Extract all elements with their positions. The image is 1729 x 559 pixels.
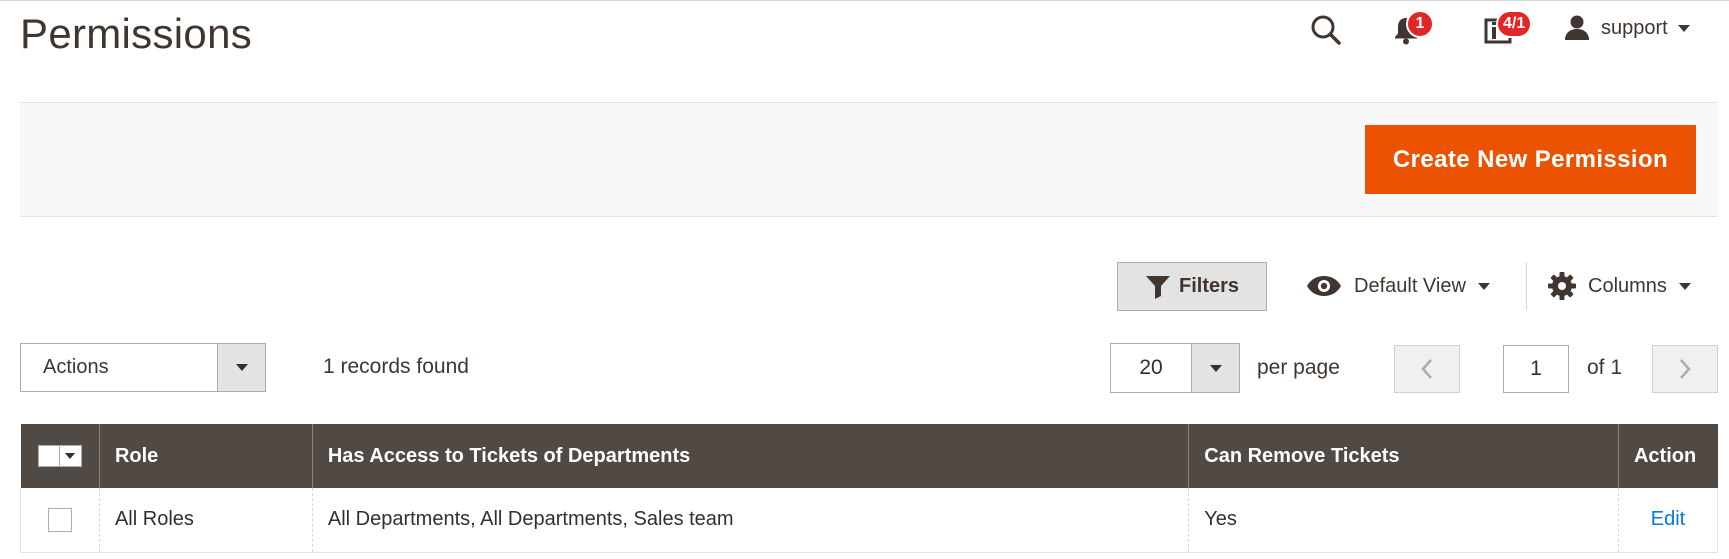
- edit-link[interactable]: Edit: [1651, 508, 1685, 530]
- columns-label: Columns: [1588, 274, 1667, 297]
- default-view-dropdown[interactable]: Default View: [1306, 266, 1490, 306]
- mass-actions-toggle[interactable]: [217, 344, 265, 391]
- chevron-down-icon: [1477, 282, 1490, 290]
- select-all-checkbox[interactable]: [37, 445, 60, 467]
- row-select-cell: [20, 488, 100, 553]
- system-messages-button[interactable]: 4/1: [1480, 10, 1533, 48]
- row-checkbox[interactable]: [47, 507, 72, 532]
- next-page-button[interactable]: [1652, 345, 1718, 393]
- column-header-role[interactable]: Role: [98, 424, 313, 488]
- toolbar-divider: [1526, 262, 1527, 310]
- top-border: [0, 0, 1729, 1]
- column-header-departments[interactable]: Has Access to Tickets of Departments: [311, 424, 1189, 488]
- page-title: Permissions: [20, 10, 253, 57]
- filters-label: Filters: [1178, 275, 1240, 297]
- global-search-button[interactable]: [1308, 12, 1344, 48]
- search-icon: [1311, 15, 1341, 45]
- chevron-down-icon: [1677, 24, 1690, 32]
- previous-page-button[interactable]: [1394, 345, 1460, 393]
- chevron-down-icon: [1678, 282, 1691, 290]
- gear-icon: [1548, 272, 1576, 300]
- user-name: support: [1601, 16, 1668, 39]
- chevron-down-icon: [235, 364, 248, 371]
- current-page-input[interactable]: [1503, 345, 1569, 393]
- chevron-down-icon: [65, 453, 76, 459]
- chevron-right-icon: [1680, 359, 1691, 379]
- user-account-menu[interactable]: support: [1563, 14, 1690, 42]
- per-page-toggle[interactable]: [1191, 344, 1239, 392]
- mass-select-header: [20, 424, 100, 488]
- mass-select-control[interactable]: [21, 445, 99, 467]
- per-page-value: 20: [1139, 356, 1163, 379]
- filters-button[interactable]: Filters: [1117, 262, 1267, 311]
- columns-dropdown[interactable]: Columns: [1548, 266, 1691, 306]
- action-cell: Edit: [1617, 488, 1719, 553]
- notifications-button[interactable]: 1: [1388, 10, 1434, 48]
- chevron-down-icon: [1209, 364, 1222, 372]
- create-new-permission-button[interactable]: Create New Permission: [1365, 125, 1696, 194]
- column-header-action: Action: [1617, 424, 1718, 488]
- role-cell: All Roles: [98, 488, 313, 553]
- records-found: 1 records found: [323, 355, 469, 378]
- mass-actions-label: Actions: [43, 356, 109, 378]
- system-messages-badge: 4/1: [1496, 10, 1533, 38]
- default-view-label: Default View: [1354, 274, 1466, 297]
- grid-header-row: Role Has Access to Tickets of Department…: [20, 424, 1718, 488]
- chevron-left-icon: [1421, 359, 1432, 379]
- page-actions-bar: Create New Permission: [20, 102, 1718, 217]
- can-remove-cell: Yes: [1188, 488, 1619, 553]
- filter-icon: [1145, 275, 1170, 299]
- mass-select-toggle[interactable]: [59, 445, 82, 467]
- total-pages: of 1: [1587, 356, 1623, 379]
- permissions-grid: Role Has Access to Tickets of Department…: [20, 424, 1719, 553]
- mass-actions-dropdown[interactable]: Actions: [20, 343, 266, 392]
- per-page-select[interactable]: 20: [1110, 343, 1240, 393]
- per-page-label: per page: [1257, 356, 1340, 379]
- notifications-badge: 1: [1406, 10, 1434, 38]
- table-row: All Roles All Departments, All Departmen…: [20, 488, 1719, 553]
- user-icon: [1565, 15, 1589, 40]
- departments-cell: All Departments, All Departments, Sales …: [311, 488, 1189, 553]
- column-header-can-remove[interactable]: Can Remove Tickets: [1188, 424, 1619, 488]
- eye-icon: [1307, 276, 1341, 296]
